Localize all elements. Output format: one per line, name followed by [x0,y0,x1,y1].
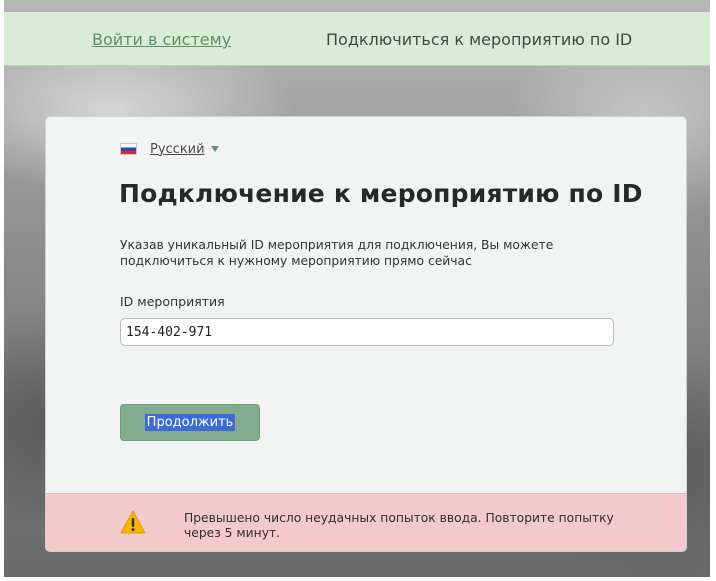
language-selector[interactable]: Русский [120,139,219,159]
connect-by-id-card: Русский Подключение к мероприятию по ID … [45,116,687,552]
language-label[interactable]: Русский [150,142,205,157]
event-id-input[interactable] [120,318,614,346]
error-alert: Превышено число неудачных попыток ввода.… [46,493,686,551]
window-right-edge [710,0,716,581]
caret-down-icon[interactable] [210,146,219,152]
continue-button-label: Продолжить [144,414,236,431]
event-id-label: ID мероприятия [120,294,225,309]
connect-by-id-nav-title: Подключиться к мероприятию по ID [326,30,633,49]
russia-flag-icon [120,143,137,155]
page-title: Подключение к мероприятию по ID [119,179,643,208]
alert-message: Превышено число неудачных попыток ввода.… [184,511,614,540]
page-description: Указав уникальный ID мероприятия для под… [120,238,554,268]
login-link[interactable]: Войти в систему [92,30,231,49]
continue-button[interactable]: Продолжить [120,404,260,441]
window-bottom-edge [0,577,716,581]
top-navigation-bar: Войти в систему Подключиться к мероприят… [4,12,710,66]
warning-icon [120,510,146,534]
page-viewport: Войти в систему Подключиться к мероприят… [4,0,710,577]
